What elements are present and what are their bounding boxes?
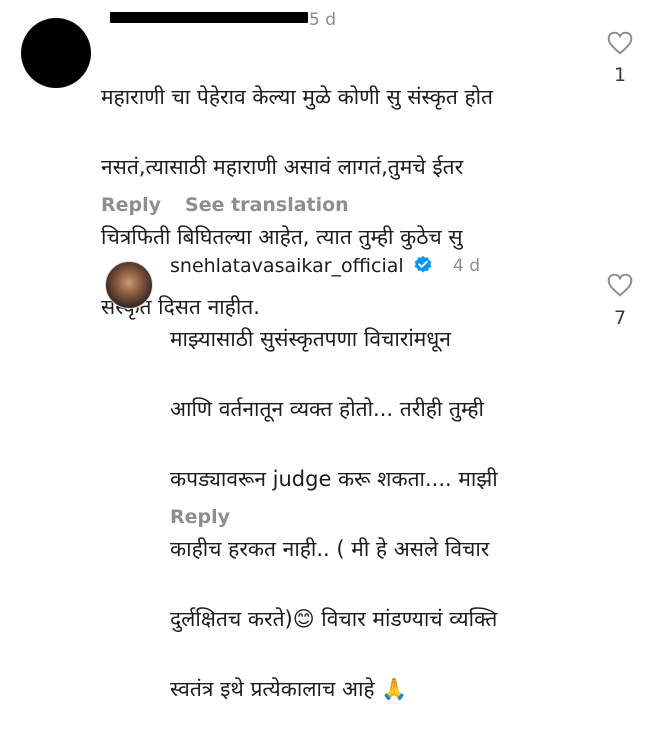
reply-timestamp: 4 d	[453, 256, 481, 276]
comment-line: चित्रफिती बिघितल्या आहेत, त्यात तुम्ही क…	[101, 225, 463, 249]
reply-line: दुर्लक्षितच करते)😊 विचार मांडण्याचं व्यक…	[170, 607, 498, 631]
see-translation-button[interactable]: See translation	[185, 194, 349, 216]
reply-line: स्वतंत्र इथे प्रत्येकालाच आहे 🙏	[170, 677, 408, 701]
comment-timestamp: 5 d	[309, 10, 337, 30]
reply-line: माझ्यासाठी सुसंस्कृतपणा विचारांमधून	[170, 327, 451, 351]
reply-line: आणि वर्तनातून व्यक्त होतो... तरीही तुम्ह…	[170, 397, 484, 421]
reply-button[interactable]: Reply	[101, 194, 161, 216]
reply-line: कपड्यावरून judge करू शकता.... माझी	[170, 467, 498, 491]
comment-line: नसतं,त्यासाठी महाराणी असावं लागतं,तुमचे …	[101, 155, 464, 179]
like-count: 1	[613, 64, 627, 86]
reply-avatar[interactable]	[105, 261, 153, 309]
heart-outline-icon[interactable]	[607, 31, 633, 55]
commenter-avatar[interactable]	[21, 18, 91, 88]
reply-actions: Reply	[170, 506, 230, 528]
reply-username[interactable]: snehlatavasaikar_official	[170, 254, 404, 278]
heart-outline-icon[interactable]	[607, 273, 633, 297]
redacted-username[interactable]	[110, 12, 308, 23]
reply-text: माझ्यासाठी सुसंस्कृतपणा विचारांमधून आणि …	[170, 287, 590, 742]
comment-line: महाराणी चा पेहेराव केल्या मुळे कोणी सु स…	[101, 85, 494, 109]
comment-actions: Reply See translation	[101, 194, 349, 216]
reply-button[interactable]: Reply	[170, 506, 230, 528]
verified-badge-icon	[414, 255, 432, 273]
like-count: 7	[613, 307, 627, 329]
reply-line: काहीच हरकत नाही.. ( मी हे असले विचार	[170, 537, 490, 561]
